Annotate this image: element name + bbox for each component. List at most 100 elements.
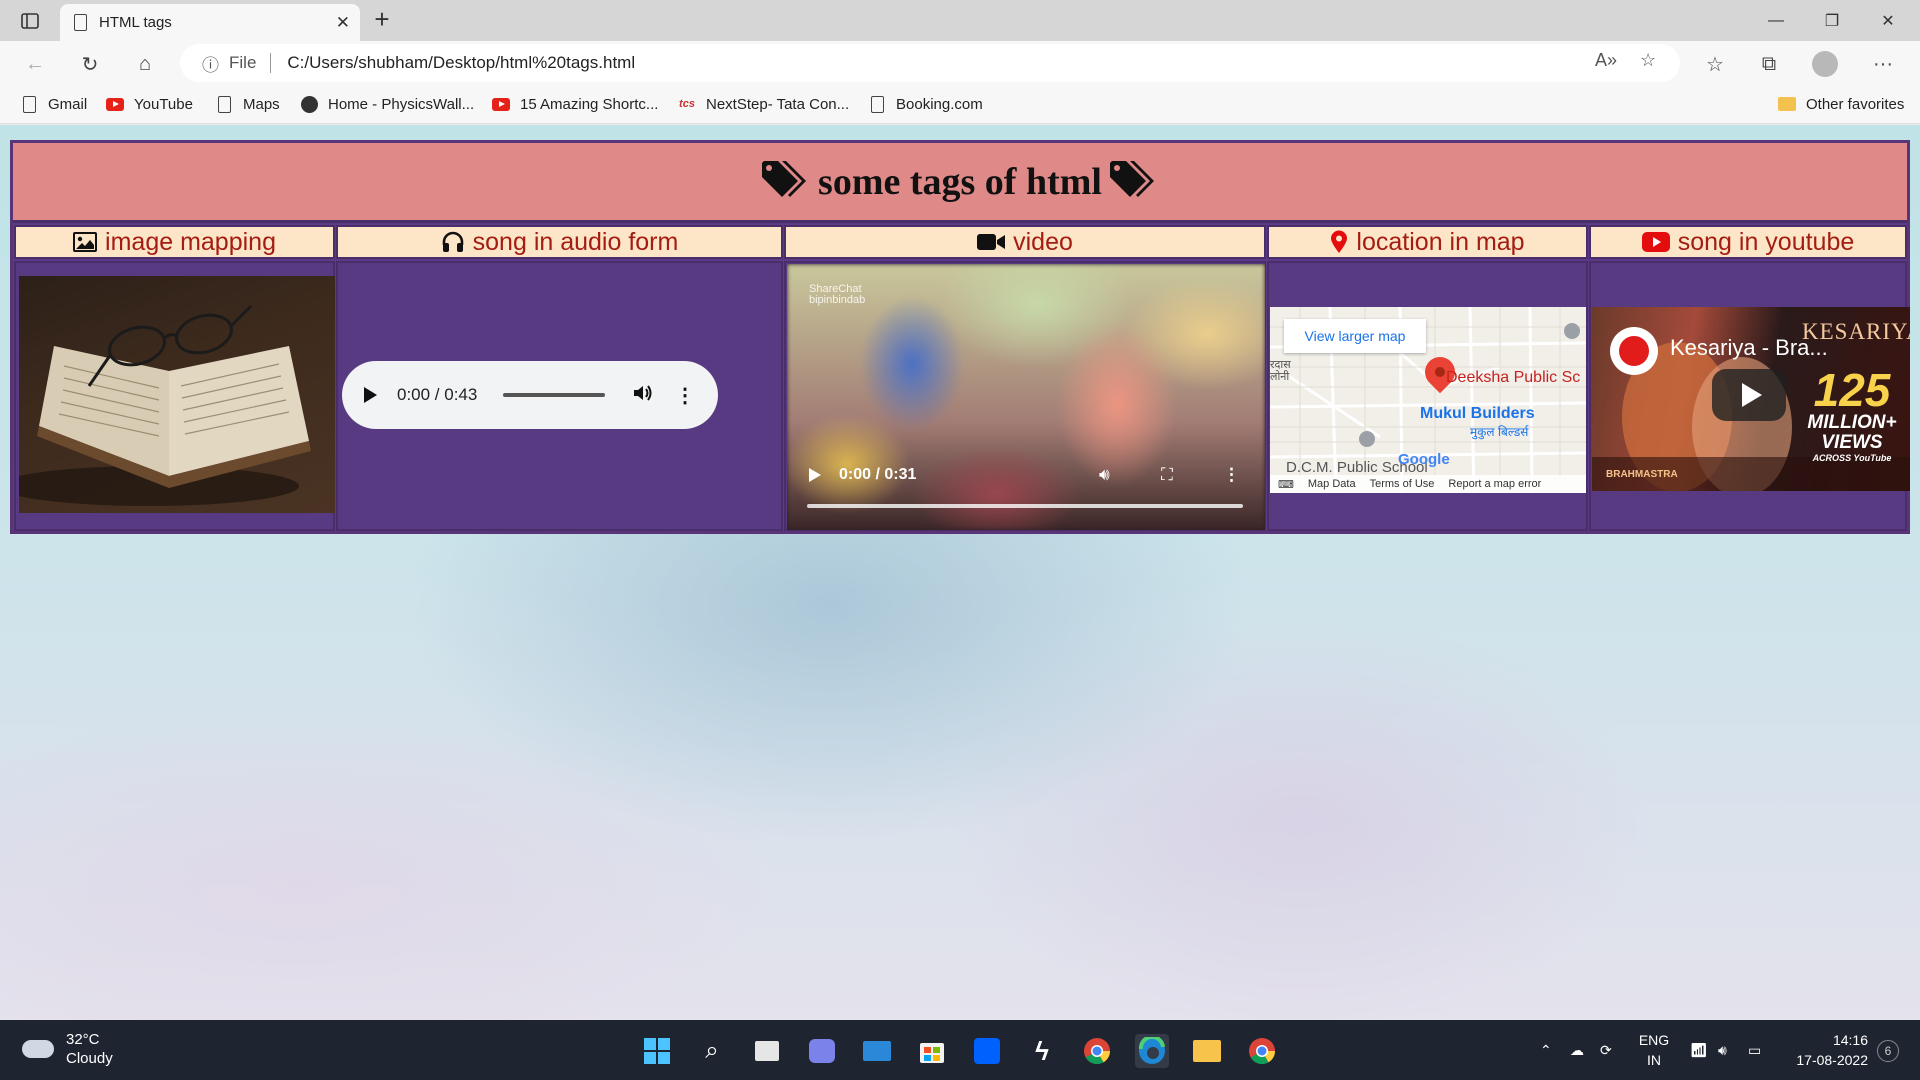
map-label: लोनी (1270, 371, 1290, 383)
show-hidden-icons[interactable]: ⌃ (1540, 1020, 1552, 1080)
onedrive-icon[interactable]: ☁ (1570, 1020, 1584, 1080)
header-label: image mapping (105, 227, 276, 256)
cell-youtube: Kesariya - Bra... KESARIYA 125 MILLION+ … (1589, 261, 1910, 531)
folder-icon (1778, 95, 1796, 113)
sharechat-user: bipinbindab (809, 294, 866, 306)
browser-tab[interactable]: HTML tags ✕ (60, 4, 360, 41)
weather-desc: Cloudy (66, 1050, 113, 1067)
lang-primary: ENG (1638, 1032, 1670, 1048)
more-options-icon[interactable]: ⋮ (675, 383, 695, 408)
address-bar[interactable]: ⓘ File C:/Users/shubham/Desktop/html%20t… (180, 44, 1680, 82)
dropbox-icon[interactable] (970, 1034, 1004, 1068)
add-favorite-icon[interactable]: ☆ (1640, 50, 1656, 71)
audio-player[interactable]: 0:00 / 0:43 ⋮ (342, 361, 718, 429)
clock[interactable]: 14:16 17-08-2022 (1784, 1030, 1868, 1070)
tags-icon (1108, 159, 1160, 204)
views-number: 125 (1813, 364, 1891, 416)
video-progress-slider[interactable] (807, 504, 1243, 508)
youtube-overlay-title: KESARIYA (1802, 319, 1910, 344)
back-icon[interactable]: ← (20, 49, 50, 79)
report-error-link[interactable]: Report a map error (1448, 478, 1541, 490)
tcs-icon: tcs (679, 98, 695, 110)
search-icon[interactable]: ⌕ (695, 1034, 729, 1068)
more-options-icon[interactable]: ··· (1868, 49, 1898, 79)
windows-start-icon[interactable] (640, 1034, 674, 1068)
google-map[interactable]: View larger map रदास लोनी Deeksha Public… (1270, 307, 1586, 493)
favorite-label: Gmail (48, 95, 88, 113)
notification-badge[interactable]: 6 (1877, 1040, 1899, 1062)
favorite-physicswallah[interactable]: Home - PhysicsWall... (300, 95, 474, 113)
header-label: video (1013, 227, 1073, 256)
read-aloud-icon[interactable]: A» (1595, 50, 1617, 71)
close-tab-icon[interactable]: ✕ (336, 13, 350, 33)
play-icon[interactable] (364, 387, 377, 403)
favorites-icon[interactable]: ☆ (1700, 49, 1730, 79)
weather-widget[interactable]: 32°C Cloudy (22, 1030, 113, 1068)
views-across: ACROSS YouTube (1802, 453, 1902, 463)
map-data-link[interactable]: Map Data (1308, 478, 1356, 490)
wifi-icon[interactable]: 📶︎ (1690, 1020, 1708, 1080)
volume-icon[interactable] (633, 384, 653, 407)
header-youtube: song in youtube (1589, 225, 1907, 259)
audio-progress-slider[interactable] (503, 393, 605, 397)
favorite-gmail[interactable]: Gmail (20, 95, 87, 113)
chrome-profile-icon[interactable] (1245, 1034, 1279, 1068)
cell-video: ShareChat bipinbindab 0:00 / 0:31 🔊︎ ⛶ ⋮ (784, 261, 1266, 531)
app-icon[interactable]: ϟ (1025, 1034, 1059, 1068)
play-icon[interactable] (809, 468, 821, 482)
edge-icon[interactable] (1135, 1034, 1169, 1068)
header-label: song in youtube (1677, 227, 1855, 256)
fullscreen-icon[interactable]: ⛶ (1161, 465, 1173, 485)
views-badge: 125 MILLION+ VIEWS ACROSS YouTube (1802, 367, 1902, 463)
volume-icon[interactable]: 🔊︎ (1718, 1020, 1727, 1080)
favorite-shortcuts[interactable]: 15 Amazing Shortc... (492, 95, 658, 113)
terms-link[interactable]: Terms of Use (1370, 478, 1435, 490)
page-icon (868, 95, 886, 113)
book-image[interactable] (19, 276, 335, 513)
tab-actions-icon[interactable] (12, 8, 48, 34)
header-image-mapping: image mapping (14, 225, 335, 259)
video-player[interactable]: ShareChat bipinbindab 0:00 / 0:31 🔊︎ ⛶ ⋮ (787, 264, 1265, 530)
cell-image-mapping (14, 261, 335, 531)
language-indicator[interactable]: ENG IN (1636, 1030, 1672, 1070)
film-label: BRAHMASTRA (1606, 469, 1678, 480)
minimize-button[interactable]: — (1748, 0, 1804, 41)
youtube-embed[interactable]: Kesariya - Bra... KESARIYA 125 MILLION+ … (1592, 307, 1910, 491)
more-options-icon[interactable]: ⋮ (1223, 465, 1240, 485)
youtube-icon (106, 95, 124, 113)
chrome-icon[interactable] (1080, 1034, 1114, 1068)
task-view-icon[interactable] (750, 1034, 784, 1068)
home-icon[interactable]: ⌂ (130, 49, 160, 79)
keyboard-icon[interactable]: ⌨ (1278, 478, 1294, 491)
favorite-booking[interactable]: Booking.com (868, 95, 983, 113)
collections-icon[interactable]: ⧉ (1754, 49, 1784, 79)
file-explorer-icon[interactable] (1190, 1034, 1224, 1068)
restore-button[interactable]: ❐ (1804, 0, 1860, 41)
title-row: some tags of html (13, 143, 1907, 223)
favorite-maps[interactable]: Maps (215, 95, 280, 113)
other-favorites[interactable]: Other favorites (1778, 95, 1904, 113)
close-window-button[interactable]: ✕ (1860, 0, 1916, 41)
profile-icon[interactable] (1810, 49, 1840, 79)
volume-icon[interactable]: 🔊︎ (1099, 465, 1110, 485)
favorite-nextstep[interactable]: tcs NextStep- Tata Con... (678, 95, 849, 113)
battery-icon[interactable]: ▭ (1748, 1020, 1761, 1080)
sync-icon[interactable]: ⟳ (1600, 1020, 1612, 1080)
youtube-play-button[interactable] (1712, 369, 1786, 421)
mail-icon[interactable] (860, 1034, 894, 1068)
lang-region: IN (1647, 1052, 1661, 1068)
favorite-label: YouTube (134, 95, 193, 113)
info-icon[interactable]: ⓘ (202, 51, 219, 76)
store-icon[interactable] (915, 1034, 949, 1068)
view-larger-map-link[interactable]: View larger map (1284, 319, 1426, 353)
new-tab-button[interactable]: + (368, 6, 396, 34)
teams-chat-icon[interactable] (805, 1034, 839, 1068)
url-text[interactable]: C:/Users/shubham/Desktop/html%20tags.htm… (287, 53, 635, 73)
favorite-label: Booking.com (896, 95, 983, 113)
favorite-youtube[interactable]: YouTube (106, 95, 193, 113)
google-logo: Google (1398, 451, 1450, 468)
refresh-icon[interactable]: ↻ (75, 49, 105, 79)
taskbar: 32°C Cloudy ⌕ ϟ ⌃ ☁ ⟳ ENG IN 📶︎ 🔊︎ ▭ 14:… (0, 1020, 1920, 1080)
channel-avatar[interactable] (1610, 327, 1658, 375)
map-label-mukul-hindi: मुकुल बिल्डर्स (1470, 425, 1529, 439)
